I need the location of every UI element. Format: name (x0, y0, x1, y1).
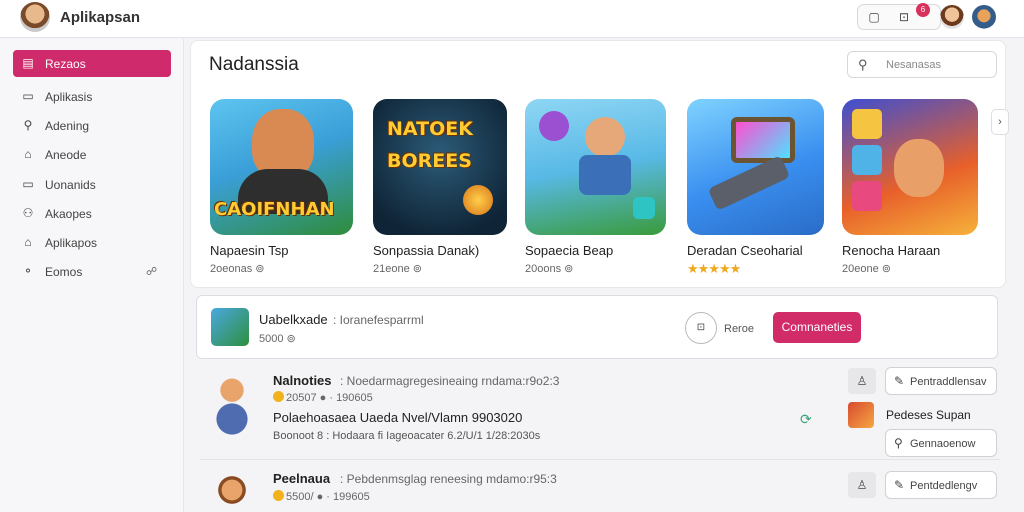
sidebar-item-label: Aplikasis (45, 90, 93, 104)
home-icon: ⌂ (24, 235, 32, 249)
button-label: Pentraddlensav (910, 376, 987, 388)
user-button[interactable]: ♙ (848, 368, 876, 394)
primary-action-button[interactable]: Comnaneties (773, 312, 861, 343)
game-subtitle: 20oons ⊚ (525, 263, 574, 275)
sidebar-item-6[interactable]: ⌂ Aplikapos (13, 229, 171, 256)
settings-icon: ⚬ (22, 264, 34, 278)
app-title: Uabelkxade (259, 312, 328, 327)
list-item-meta-text: 5500/ ● · 199605 (286, 491, 370, 503)
sidebar-item-label: Adening (45, 119, 90, 133)
sidebar-item-4[interactable]: ▭ Uonanids (13, 171, 171, 198)
folder-icon: ▭ (22, 177, 34, 191)
coin-icon (273, 391, 284, 402)
game-thumbnail (525, 99, 666, 235)
pencil-icon: ✎ (894, 374, 905, 388)
row-divider (200, 459, 1000, 460)
thumbnail-logo: CAOIFNHAN (214, 199, 335, 220)
app-description: : Ioranefesparrml (333, 313, 424, 327)
game-subtitle: 21eone ⊚ (373, 263, 422, 275)
gamepad-icon[interactable]: ⊡ (894, 9, 914, 25)
sidebar-item-7[interactable]: ⚬ Eomos ☍ (13, 258, 171, 285)
search-icon: ⚲ (894, 436, 903, 450)
edit-button[interactable]: ✎ Pentraddlensav (885, 367, 997, 395)
top-bar: Aplikapsan ▢ ⊡ 6 (0, 0, 1024, 38)
game-title: Renocha Haraan (842, 243, 941, 258)
character-avatar (206, 371, 258, 435)
sidebar-item-label: Eomos (45, 265, 83, 279)
thumbnail-logo: NATOEK BOREES (387, 118, 473, 172)
sidebar-item-0[interactable]: ▤ Rezaos (13, 50, 171, 77)
user-button[interactable]: ♙ (848, 472, 876, 498)
cursor-icon: ⚲ (23, 118, 33, 132)
sidebar-item-2[interactable]: ⚲ Adening (13, 112, 171, 139)
search-placeholder: Nesanasas (886, 59, 942, 71)
sidebar: ▤ Rezaos ▭ Aplikasis ⚲ Adening ⌂ Aneode … (0, 39, 184, 512)
character-avatar (206, 468, 258, 512)
sidebar-item-label: Rezaos (45, 57, 86, 71)
search-button[interactable]: ⚲ Gennaoenow (885, 429, 997, 457)
search-input[interactable]: ⚲ Nesanasas (847, 51, 997, 78)
list-item-meta: 5500/ ● · 199605 (273, 490, 370, 503)
game-subtitle: 2oeonas ⊚ (210, 263, 265, 275)
gallery-icon[interactable]: ▢ (864, 9, 884, 25)
game-thumbnail (842, 99, 978, 235)
list-item-description: : Noedarmagregesineaing rndama:r9o2:3 (340, 374, 560, 388)
apps-icon: ▭ (22, 89, 34, 103)
section-title: Nadanssia (209, 54, 299, 75)
list-item-subtitle: Polaehoasaea Uaeda Nvel/Vlamn 9903020 (273, 410, 523, 425)
list-item-meta-text: 20507 ● · 190605 (286, 392, 373, 404)
game-subtitle: 20eone ⊚ (842, 263, 891, 275)
sidebar-item-5[interactable]: ⚇ Akaopes (13, 200, 171, 227)
list-item-description: : Pebdenmsglag reneesing mdamo:r95:3 (340, 472, 557, 486)
coin-icon (273, 490, 284, 501)
game-thumbnail: NATOEK BOREES (373, 99, 507, 235)
menu-icon: ▤ (22, 56, 34, 70)
sidebar-item-label: Aneode (45, 148, 87, 162)
mini-avatar (848, 402, 874, 428)
game-title: Sopaecia Beap (525, 243, 614, 258)
side-label: Reroe (724, 323, 754, 335)
app-price: 5000 ⊚ (259, 333, 296, 345)
game-title: Napaesin Tsp (210, 243, 289, 258)
refresh-icon[interactable]: ⟳ (800, 411, 812, 428)
search-icon: ⚲ (858, 57, 868, 72)
app-logo[interactable] (20, 2, 50, 32)
sidebar-item-label: Uonanids (45, 178, 96, 192)
users-icon: ⚇ (22, 206, 34, 220)
bell-icon: ⌂ (24, 147, 32, 161)
list-item-title: Nalnoties (273, 373, 332, 388)
mini-label: Pedeses Supan (886, 408, 971, 422)
sidebar-item-label: Aplikapos (45, 236, 98, 250)
share-icon[interactable]: ☍ (146, 265, 157, 278)
button-label: Pentdedlengv (910, 480, 978, 492)
main-content: Nadanssia ⚲ Nesanasas CAOIFNHAN Napaesin… (190, 40, 1010, 512)
list-item-meta: 20507 ● · 190605 (273, 391, 373, 404)
rating-stars: ★★★★★ (687, 261, 741, 276)
carousel-next-button[interactable]: › (991, 109, 1009, 135)
sidebar-item-3[interactable]: ⌂ Aneode (13, 141, 171, 168)
list-item-title: Peelnaua (273, 471, 331, 486)
app-thumbnail (211, 308, 249, 346)
featured-games-panel: Nadanssia ⚲ Nesanasas CAOIFNHAN Napaesin… (190, 40, 1009, 288)
notification-badge[interactable]: 6 (916, 3, 930, 17)
user-avatar[interactable] (940, 5, 964, 29)
game-thumbnail (687, 99, 824, 235)
controller-icon[interactable]: ⊡ (685, 312, 717, 344)
game-thumbnail: CAOIFNHAN (210, 99, 353, 235)
edit-button[interactable]: ✎ Pentdedlengv (885, 471, 997, 499)
list-item-details: Boonoot 8 : Hodaara fi Iageoacater 6.2/U… (273, 430, 541, 442)
button-label: Gennaoenow (910, 438, 976, 450)
profile-avatar[interactable] (972, 5, 996, 29)
pencil-icon: ✎ (894, 478, 905, 492)
game-title: Sonpassia Danak) (373, 243, 480, 258)
sidebar-item-1[interactable]: ▭ Aplikasis (13, 83, 171, 110)
app-title: Aplikapsan (60, 9, 141, 26)
sidebar-item-label: Akaopes (45, 207, 92, 221)
game-title: Deradan Cseoharial (687, 243, 803, 258)
featured-app-row[interactable]: Uabelkxade : Ioranefesparrml 5000 ⊚ ⊡ Re… (196, 295, 998, 359)
